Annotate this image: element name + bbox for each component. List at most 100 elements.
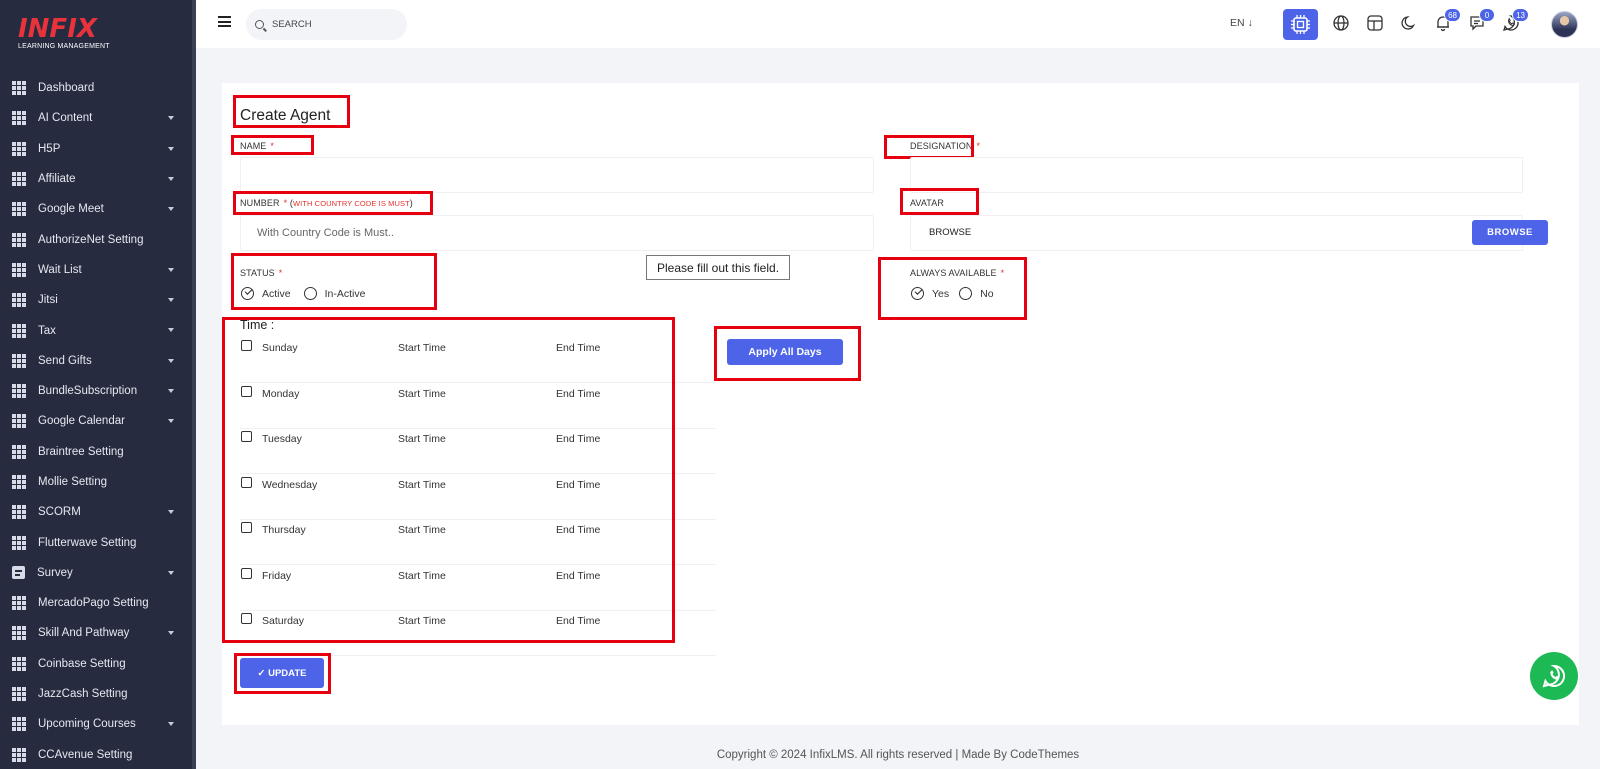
logo-subtext: LEARNING MANAGEMENT bbox=[18, 43, 110, 50]
name-input[interactable] bbox=[241, 158, 873, 192]
sidebar-item-h5p[interactable]: H5P bbox=[0, 134, 192, 164]
designation-input[interactable] bbox=[911, 158, 1522, 192]
always-available-no-label[interactable]: No bbox=[980, 288, 993, 300]
footer-copyright: Copyright © 2024 InfixLMS. All rights re… bbox=[716, 749, 1080, 761]
update-button[interactable]: ✓ UPDATE bbox=[240, 658, 324, 688]
sidebar-item-label: Jitsi bbox=[38, 294, 58, 307]
day-checkbox[interactable] bbox=[241, 567, 252, 579]
end-time-input[interactable]: End Time bbox=[556, 433, 600, 445]
end-time-input[interactable]: End Time bbox=[556, 524, 600, 536]
sidebar-item-coinbase-setting[interactable]: Coinbase Setting bbox=[0, 649, 192, 679]
sidebar-item-authorizenet-setting[interactable]: AuthorizeNet Setting bbox=[0, 224, 192, 254]
apply-all-days-button[interactable]: Apply All Days bbox=[727, 339, 843, 365]
sidebar-item-label: Survey bbox=[37, 566, 73, 579]
sidebar-item-affiliate[interactable]: Affiliate bbox=[0, 164, 192, 194]
name-field[interactable] bbox=[240, 157, 874, 193]
grid-icon bbox=[12, 172, 26, 187]
grid-icon bbox=[12, 717, 26, 732]
sidebar-item-google-meet[interactable]: Google Meet bbox=[0, 194, 192, 224]
always-available-yes-label[interactable]: Yes bbox=[932, 288, 949, 300]
start-time-input[interactable]: Start Time bbox=[398, 388, 446, 400]
end-time-input[interactable]: End Time bbox=[556, 479, 600, 491]
sidebar-item-survey[interactable]: Survey bbox=[0, 558, 192, 588]
sidebar-item-label: Braintree Setting bbox=[38, 445, 124, 458]
brand-logo[interactable]: INFIX LEARNING MANAGEMENT bbox=[18, 16, 128, 58]
day-name: Friday bbox=[262, 569, 292, 582]
browse-button[interactable]: BROWSE bbox=[1472, 220, 1548, 245]
sidebar-item-label: SCORM bbox=[38, 506, 81, 519]
highlight-box-status bbox=[231, 253, 437, 310]
status-active-radio[interactable] bbox=[241, 287, 254, 300]
day-checkbox[interactable] bbox=[241, 431, 252, 442]
sidebar-item-label: Flutterwave Setting bbox=[38, 536, 137, 549]
layout-icon[interactable] bbox=[1366, 14, 1384, 32]
status-inactive-radio[interactable] bbox=[303, 287, 317, 300]
message-icon[interactable]: 0 bbox=[1468, 8, 1495, 32]
cpu-icon[interactable] bbox=[1283, 9, 1318, 40]
sidebar-item-send-gifts[interactable]: Send Gifts bbox=[0, 346, 192, 376]
start-time-input[interactable]: Start Time bbox=[398, 433, 446, 445]
always-available-yes-radio[interactable] bbox=[911, 287, 924, 300]
whatsapp-icon[interactable]: 13 bbox=[1502, 8, 1529, 32]
start-time-input[interactable]: Start Time bbox=[398, 479, 446, 491]
sidebar-item-jazzcash-setting[interactable]: JazzCash Setting bbox=[0, 679, 192, 709]
start-time-input[interactable]: Start Time bbox=[398, 524, 446, 536]
start-time-input[interactable]: Start Time bbox=[398, 615, 446, 627]
sidebar-item-ai-content[interactable]: AI Content bbox=[0, 103, 192, 133]
end-time-input[interactable]: End Time bbox=[556, 388, 600, 400]
grid-icon bbox=[12, 323, 26, 338]
day-checkbox[interactable] bbox=[241, 385, 252, 397]
day-name: Monday bbox=[262, 387, 300, 400]
language-selector[interactable]: EN ↓ bbox=[1230, 17, 1253, 29]
whatsapp-chat-button[interactable] bbox=[1530, 652, 1578, 700]
day-row-thursday: Thursday Start Time End Time bbox=[240, 520, 716, 565]
sidebar-item-bundlesubscription[interactable]: BundleSubscription bbox=[0, 376, 192, 406]
sidebar-item-ccavenue-setting[interactable]: CCAvenue Setting bbox=[0, 740, 192, 769]
required-mark: * bbox=[283, 198, 288, 208]
grid-icon bbox=[12, 444, 26, 459]
caret-down-icon bbox=[168, 631, 174, 636]
end-time-input[interactable]: End Time bbox=[556, 615, 600, 627]
designation-field[interactable] bbox=[910, 157, 1523, 193]
sidebar-item-mollie-setting[interactable]: Mollie Setting bbox=[0, 467, 192, 497]
globe-icon[interactable] bbox=[1332, 14, 1350, 32]
start-time-input[interactable]: Start Time bbox=[398, 342, 446, 354]
moon-icon[interactable] bbox=[1400, 14, 1418, 32]
avatar-field[interactable]: BROWSE bbox=[910, 215, 1523, 251]
avatar-placeholder: BROWSE bbox=[929, 227, 972, 238]
sidebar-item-scorm[interactable]: SCORM bbox=[0, 497, 192, 527]
end-time-input[interactable]: End Time bbox=[556, 570, 600, 582]
sidebar-item-mercadopago-setting[interactable]: MercadoPago Setting bbox=[0, 588, 192, 618]
sidebar-item-upcoming-courses[interactable]: Upcoming Courses bbox=[0, 709, 192, 739]
top-header: EN ↓ 68 0 13 bbox=[196, 0, 1600, 48]
sidebar-item-tax[interactable]: Tax bbox=[0, 315, 192, 345]
start-time-input[interactable]: Start Time bbox=[398, 570, 446, 582]
grid-icon bbox=[12, 535, 26, 550]
search-input[interactable] bbox=[272, 19, 392, 30]
day-checkbox[interactable] bbox=[241, 340, 252, 351]
day-checkbox[interactable] bbox=[241, 613, 252, 624]
status-active-label[interactable]: Active bbox=[262, 288, 291, 300]
number-field[interactable] bbox=[240, 215, 874, 251]
sidebar-item-braintree-setting[interactable]: Braintree Setting bbox=[0, 437, 192, 467]
number-input[interactable] bbox=[241, 216, 873, 250]
sidebar-item-google-calendar[interactable]: Google Calendar bbox=[0, 406, 192, 436]
hamburger-menu-icon[interactable] bbox=[218, 16, 231, 27]
day-name: Sunday bbox=[262, 342, 298, 354]
always-available-no-radio[interactable] bbox=[959, 287, 973, 300]
status-label: STATUS * bbox=[240, 268, 282, 278]
user-avatar[interactable] bbox=[1551, 11, 1578, 38]
sidebar-item-wait-list[interactable]: Wait List bbox=[0, 255, 192, 285]
bell-icon[interactable]: 68 bbox=[1434, 8, 1461, 32]
end-time-input[interactable]: End Time bbox=[556, 342, 600, 354]
search-box[interactable] bbox=[246, 9, 407, 40]
sidebar-item-skill-and-pathway[interactable]: Skill And Pathway bbox=[0, 618, 192, 648]
sidebar-item-dashboard[interactable]: Dashboard bbox=[0, 73, 192, 103]
day-checkbox[interactable] bbox=[241, 522, 252, 533]
status-inactive-label[interactable]: In-Active bbox=[325, 288, 366, 300]
sidebar-item-flutterwave-setting[interactable]: Flutterwave Setting bbox=[0, 527, 192, 557]
sidebar-item-jitsi[interactable]: Jitsi bbox=[0, 285, 192, 315]
day-checkbox[interactable] bbox=[241, 476, 252, 488]
day-name: Wednesday bbox=[262, 478, 318, 491]
day-row-saturday: Saturday Start Time End Time bbox=[240, 611, 716, 656]
